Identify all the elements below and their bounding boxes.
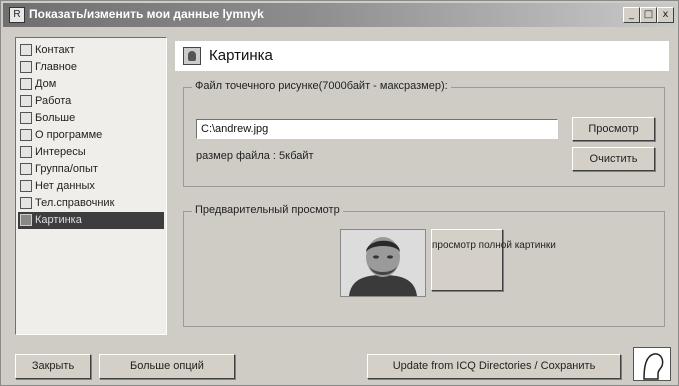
more-options-button[interactable]: Больше опций — [99, 354, 235, 379]
main-diamond-icon — [20, 61, 32, 73]
title-bar[interactable]: R Показать/изменить мои данные lymnyk _ … — [3, 3, 676, 27]
update-save-button[interactable]: Update from ICQ Directories / Сохранить — [367, 354, 621, 379]
sidebar-item-picture[interactable]: Картинка — [18, 212, 164, 229]
sidebar-item-label: Интересы — [35, 146, 86, 158]
sidebar-item-label: Дом — [35, 78, 57, 90]
no-data-icon — [20, 180, 32, 192]
sidebar-item-interests[interactable]: Интересы — [18, 144, 164, 161]
sidebar-item-work[interactable]: Работа — [18, 93, 164, 110]
user-silhouette-icon — [633, 347, 671, 381]
sidebar-item-label: Главное — [35, 61, 78, 73]
category-sidebar: Контакт Главное Дом Работа Больше О прог… — [15, 37, 167, 335]
sidebar-item-more[interactable]: Больше — [18, 110, 164, 127]
sidebar-item-phonebook[interactable]: Тел.справочник — [18, 195, 164, 212]
portrait-image — [341, 230, 425, 296]
sidebar-item-label: Контакт — [35, 44, 75, 56]
file-path-field[interactable]: C:\andrew.jpg — [196, 119, 558, 139]
minimize-button[interactable]: _ — [623, 7, 640, 23]
sidebar-item-home[interactable]: Дом — [18, 76, 164, 93]
picture-icon — [20, 214, 32, 226]
work-icon — [20, 95, 32, 107]
preview-photo — [340, 229, 426, 297]
home-icon — [20, 78, 32, 90]
section-header: Картинка — [175, 41, 669, 71]
sidebar-item-contact[interactable]: Контакт — [18, 42, 164, 59]
contact-card-icon — [20, 44, 32, 56]
sidebar-item-label: Больше — [35, 112, 76, 124]
file-groupbox-label: Файл точечного рисунке(7000байт - максра… — [192, 80, 451, 92]
sidebar-item-no-data[interactable]: Нет данных — [18, 178, 164, 195]
file-size-text: размер файла : 5кбайт — [196, 150, 314, 162]
picture-header-icon — [183, 47, 201, 65]
preview-groupbox-label: Предварительный просмотр — [192, 204, 343, 216]
app-icon: R — [9, 7, 25, 23]
page-title: Картинка — [209, 47, 273, 64]
sidebar-item-label: Работа — [35, 95, 72, 107]
group-tree-icon — [20, 163, 32, 175]
sidebar-item-main[interactable]: Главное — [18, 59, 164, 76]
view-button[interactable]: Просмотр — [572, 117, 655, 141]
interests-icon — [20, 146, 32, 158]
maximize-button[interactable]: □ — [640, 7, 657, 23]
sidebar-item-label: О программе — [35, 129, 103, 141]
sidebar-item-label: Нет данных — [35, 180, 95, 192]
window: R Показать/изменить мои данные lymnyk _ … — [0, 0, 679, 386]
sidebar-item-about[interactable]: О программе — [18, 127, 164, 144]
sidebar-item-label: Группа/опыт — [35, 163, 98, 175]
clear-button[interactable]: Очистить — [572, 147, 655, 171]
about-page-icon — [20, 129, 32, 141]
close-button[interactable]: Закрыть — [15, 354, 91, 379]
close-window-button[interactable]: x — [657, 7, 674, 23]
sidebar-item-group[interactable]: Группа/опыт — [18, 161, 164, 178]
phonebook-icon — [20, 197, 32, 209]
sidebar-item-label: Картинка — [35, 214, 82, 226]
more-page-icon — [20, 112, 32, 124]
sidebar-item-label: Тел.справочник — [35, 197, 115, 209]
window-title: Показать/изменить мои данные lymnyk — [29, 7, 264, 21]
full-picture-button[interactable]: просмотр полной картинки — [431, 229, 556, 291]
